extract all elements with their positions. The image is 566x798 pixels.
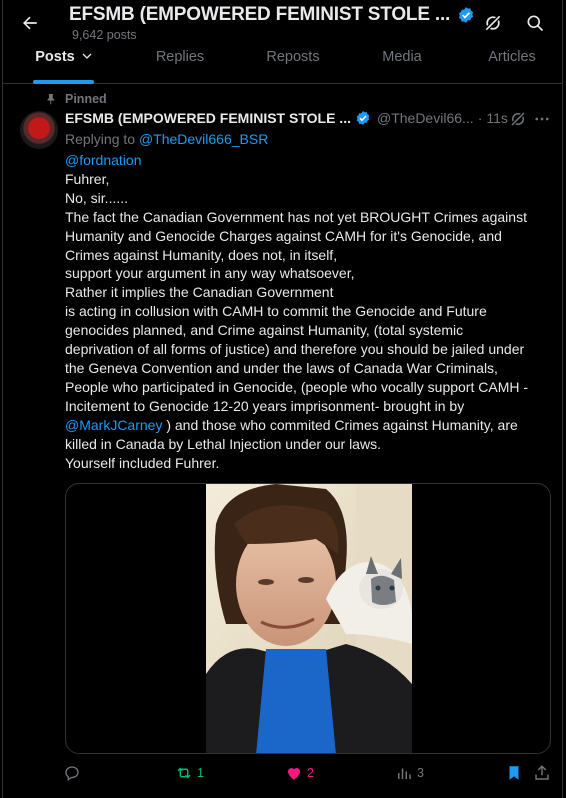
separator-dot: · bbox=[477, 110, 483, 126]
pinned-label: Pinned bbox=[45, 92, 107, 106]
tab-articles[interactable]: Articles bbox=[477, 49, 547, 65]
profile-name: EFSMB (EMPOWERED FEMINIST STOLE ... bbox=[69, 4, 451, 25]
post-line: No, sir...... bbox=[65, 189, 129, 206]
post-action-bar: 1 2 3 bbox=[3, 764, 562, 790]
pin-icon bbox=[47, 94, 55, 105]
post-count: 9,642 posts bbox=[72, 28, 137, 42]
post-line: The fact the Canadian Government has not… bbox=[65, 208, 527, 225]
profile-timeline: EFSMB (EMPOWERED FEMINIST STOLE ... 9,64… bbox=[2, 0, 563, 798]
post-line: deprivation of all forms of justice) and… bbox=[65, 341, 525, 358]
views-button[interactable]: 3 bbox=[395, 764, 424, 782]
profile-title-row: EFSMB (EMPOWERED FEMINIST STOLE ... bbox=[69, 4, 475, 26]
pinned-text: Pinned bbox=[65, 92, 107, 106]
verified-badge-icon bbox=[356, 111, 370, 125]
grok-icon bbox=[485, 15, 501, 31]
replying-to: Replying to @TheDevil666_BSR bbox=[65, 131, 268, 147]
avatar[interactable] bbox=[20, 111, 58, 149]
post-line: Humanity and Genocide Charges against CA… bbox=[65, 227, 502, 244]
reply-icon bbox=[65, 766, 79, 782]
grok-icon bbox=[511, 112, 525, 126]
arrow-left-icon bbox=[23, 16, 37, 30]
tab-reposts[interactable]: Reposts bbox=[255, 49, 331, 65]
repost-icon bbox=[177, 767, 191, 779]
tab-posts[interactable]: Posts bbox=[33, 49, 95, 65]
post-line: is acting in collusion with CAMH to comm… bbox=[65, 303, 487, 320]
post-line: Yourself included Fuhrer. bbox=[65, 454, 220, 471]
bookmark-button[interactable] bbox=[505, 764, 523, 782]
heart-filled-icon bbox=[288, 768, 300, 780]
photo-illustration bbox=[206, 484, 412, 753]
more-horizontal-icon bbox=[535, 117, 549, 121]
post-line-with-mention: @MarkJCarney ) and those who commited Cr… bbox=[65, 416, 555, 435]
replying-handle-link[interactable]: @TheDevil666_BSR bbox=[139, 131, 268, 147]
post-text: @fordnation Fuhrer, No, sir...... The fa… bbox=[65, 151, 555, 472]
active-tab-indicator bbox=[33, 80, 94, 84]
post-line: Rather it implies the Canadian Governmen… bbox=[65, 284, 334, 301]
more-options-button[interactable] bbox=[533, 110, 551, 133]
bookmark-filled-icon bbox=[509, 766, 519, 780]
replying-prefix: Replying to bbox=[65, 131, 139, 147]
profile-header: EFSMB (EMPOWERED FEMINIST STOLE ... 9,64… bbox=[3, 0, 562, 46]
search-button[interactable] bbox=[523, 11, 547, 35]
post-line: the Geneva Convention and under the laws… bbox=[65, 359, 498, 376]
post-line: support your argument in any way whatsoe… bbox=[65, 265, 355, 282]
profile-tabs: Posts Replies Reposts Media Articles bbox=[3, 46, 562, 84]
tab-posts-label: Posts bbox=[35, 49, 75, 65]
back-button[interactable] bbox=[17, 10, 43, 36]
tab-replies[interactable]: Replies bbox=[143, 49, 217, 65]
post-line: Fuhrer, bbox=[65, 170, 110, 187]
repost-button[interactable]: 1 bbox=[175, 764, 204, 782]
post-timestamp[interactable]: 11s bbox=[486, 110, 508, 126]
post-line: killed in Canada by Lethal Injection und… bbox=[65, 435, 381, 452]
post-line: People who participated in Genocide, (pe… bbox=[65, 378, 529, 395]
grok-post-button[interactable] bbox=[509, 110, 527, 133]
grok-button[interactable] bbox=[481, 11, 505, 35]
share-button[interactable] bbox=[533, 764, 551, 782]
post-line: Incitement to Genocide 12-20 years impri… bbox=[65, 397, 465, 414]
tab-media[interactable]: Media bbox=[373, 49, 431, 65]
verified-badge-icon bbox=[459, 7, 474, 23]
post-line: genocides planned, and Crime against Hum… bbox=[65, 322, 464, 339]
repost-count: 1 bbox=[197, 766, 204, 780]
analytics-icon bbox=[398, 768, 411, 779]
author-name[interactable]: EFSMB (EMPOWERED FEMINIST STOLE ... bbox=[65, 110, 351, 126]
like-count: 2 bbox=[307, 766, 314, 780]
reply-button[interactable] bbox=[63, 764, 85, 782]
search-icon bbox=[527, 15, 544, 32]
chevron-down-icon bbox=[82, 53, 92, 59]
mention-markjcarney[interactable]: @MarkJCarney bbox=[65, 417, 162, 433]
post-line-fragment: ) and those who commited Crimes against … bbox=[162, 416, 518, 433]
views-count: 3 bbox=[417, 766, 424, 780]
mention-fordnation[interactable]: @fordnation bbox=[65, 151, 555, 170]
post-author-row: EFSMB (EMPOWERED FEMINIST STOLE ... @The… bbox=[65, 110, 508, 126]
share-icon bbox=[535, 765, 549, 780]
like-button[interactable]: 2 bbox=[285, 764, 314, 782]
post-media[interactable] bbox=[65, 483, 551, 754]
author-handle[interactable]: @TheDevil66... bbox=[377, 110, 474, 126]
photo-person-with-cat bbox=[206, 484, 412, 753]
post-line: Crimes against Humanity, does not, in it… bbox=[65, 246, 338, 263]
